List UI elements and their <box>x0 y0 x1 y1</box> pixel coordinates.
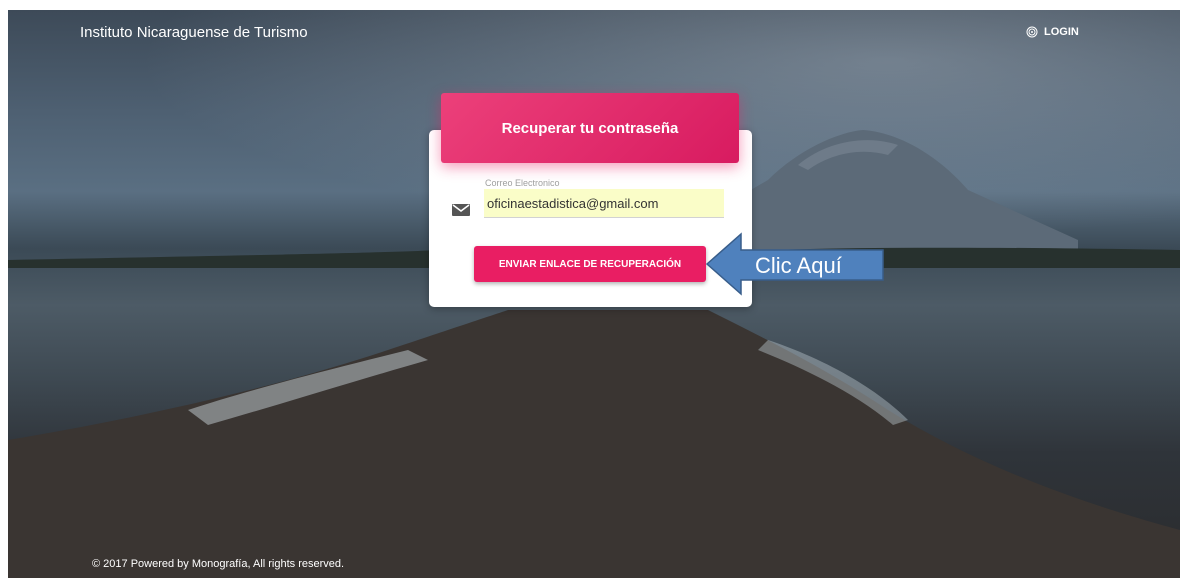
footer-copyright: © 2017 Powered by Monografía, All rights… <box>92 558 345 570</box>
card-header: Recuperar tu contraseña <box>441 93 739 163</box>
login-label[interactable]: LOGIN <box>1044 26 1079 38</box>
send-recovery-link-button[interactable]: ENVIAR ENLACE DE RECUPERACIÓN <box>474 246 706 282</box>
callout-label: Clic Aquí <box>755 253 842 278</box>
card-title: Recuperar tu contraseña <box>501 119 679 137</box>
fingerprint-icon <box>1026 26 1038 38</box>
email-label: Correo Electronico <box>485 178 560 188</box>
login-link[interactable]: LOGIN <box>1026 26 1079 38</box>
mail-icon <box>452 204 470 216</box>
site-title: Instituto Nicaraguense de Turismo <box>80 24 308 41</box>
email-field[interactable] <box>484 189 724 218</box>
